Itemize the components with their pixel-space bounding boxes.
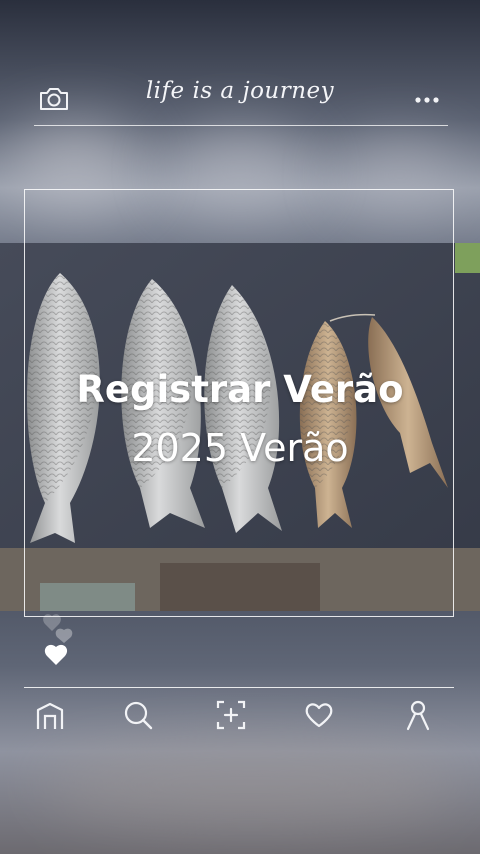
header-divider [34,125,448,126]
background-blur [40,740,460,830]
heart-icon [43,614,73,665]
more-button[interactable] [410,88,444,108]
camera-button[interactable] [38,86,70,112]
post-subtitle: 2025 Verão [131,426,349,470]
like-reaction[interactable] [40,612,84,668]
top-bar: life is a journey [0,70,480,130]
nav-profile-button[interactable] [398,695,438,735]
bottom-nav [0,695,480,739]
nav-search-button[interactable] [118,695,158,735]
search-icon [124,701,153,730]
add-post-icon [216,700,246,730]
nav-divider [24,687,454,688]
nav-home-button[interactable] [30,695,70,735]
camera-icon [40,88,68,110]
more-horizontal-icon [415,97,439,103]
heart-outline-icon [305,703,333,728]
home-icon [36,702,64,729]
nav-add-button[interactable] [211,695,251,735]
brand-logo: life is a journey [145,78,335,104]
nav-likes-button[interactable] [299,695,339,735]
post-title: Registrar Verão [76,368,404,411]
profile-icon [406,700,430,731]
